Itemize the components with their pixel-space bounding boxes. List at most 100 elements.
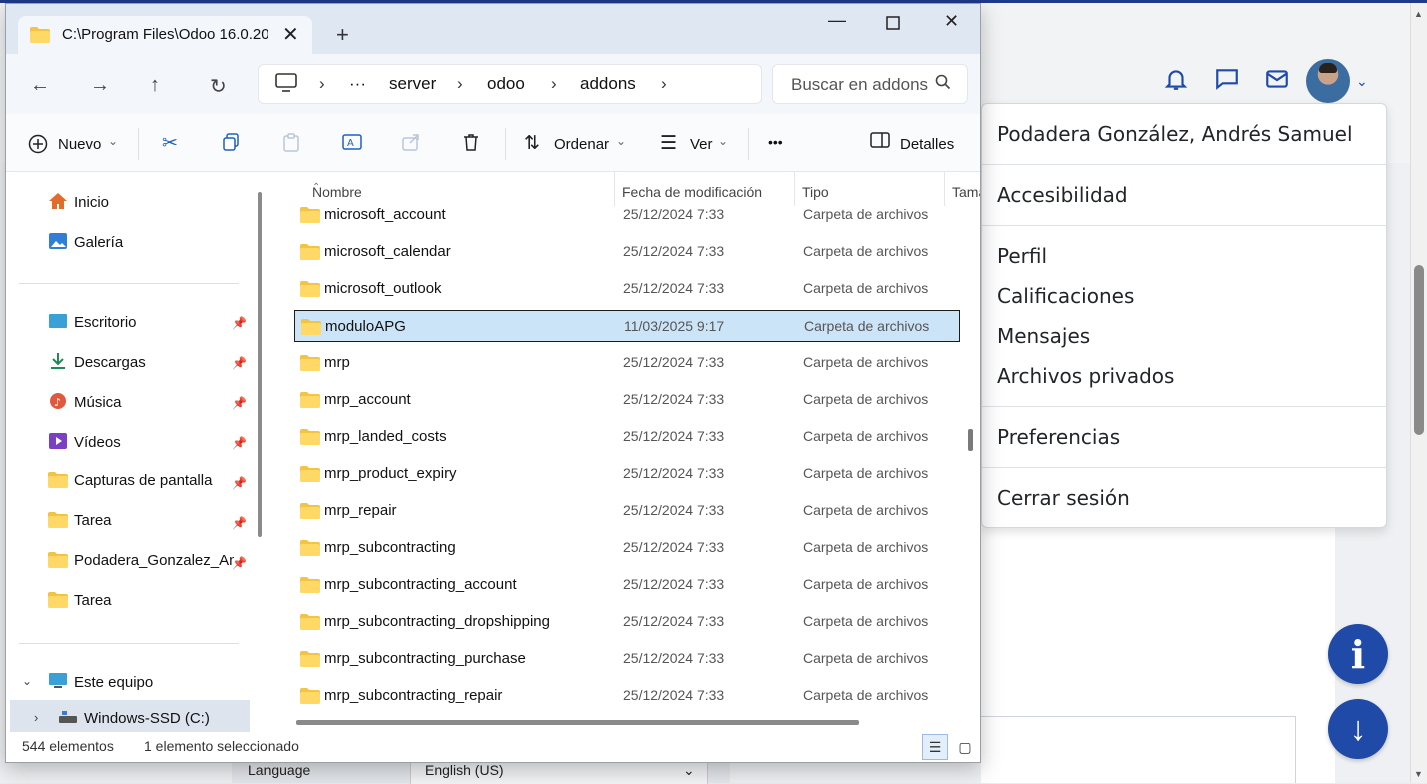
tab-current-folder[interactable]: C:\Program Files\Odoo 16.0.20 ✕ — [18, 16, 312, 54]
file-name: mrp_subcontracting_dropshipping — [324, 613, 550, 630]
breadcrumb-server[interactable]: server — [389, 74, 436, 94]
table-row[interactable]: microsoft_account 25/12/2024 7:33 Carpeta … — [294, 199, 960, 231]
minimize-icon[interactable]: — — [828, 10, 846, 31]
table-row[interactable]: mrp_subcontracting 25/12/2024 7:33 Carpeta… — [294, 532, 960, 564]
copy-icon[interactable] — [221, 132, 241, 158]
sort-button[interactable]: Ordenar — [554, 136, 609, 153]
close-window-icon[interactable]: ✕ — [944, 11, 959, 32]
folder-icon — [48, 472, 68, 490]
table-row[interactable]: mrp 25/12/2024 7:33 Carpeta de archivos — [294, 347, 960, 379]
menu-item-logout[interactable]: Cerrar sesión — [997, 486, 1130, 510]
file-name: mrp_subcontracting — [324, 539, 456, 556]
horizontal-scrollbar[interactable] — [296, 720, 859, 725]
menu-item-private-files[interactable]: Archivos privados — [997, 364, 1174, 388]
menu-item-profile[interactable]: Perfil — [997, 244, 1047, 268]
chevron-down-icon[interactable]: ⌄ — [22, 674, 32, 688]
breadcrumb-odoo[interactable]: odoo — [487, 74, 525, 94]
details-button[interactable]: Detalles — [900, 136, 954, 153]
pin-icon: 📌 — [232, 316, 247, 330]
back-arrow-icon[interactable]: ← — [30, 74, 50, 97]
details-view-icon[interactable]: ☰ — [922, 734, 948, 760]
rename-icon[interactable]: A — [341, 132, 363, 158]
breadcrumb-addons[interactable]: addons — [580, 74, 636, 94]
sidebar-scrollbar[interactable] — [258, 192, 262, 537]
table-row[interactable]: mrp_subcontracting_account 25/12/2024 7:3… — [294, 569, 960, 601]
sidebar-item-tarea-2[interactable]: Tarea — [48, 592, 112, 610]
scroll-down-icon[interactable]: ▼ — [1414, 769, 1423, 779]
sidebar-item-desktop[interactable]: Escritorio — [48, 312, 137, 331]
file-list-scrollbar[interactable] — [968, 429, 973, 451]
table-row[interactable]: mrp_subcontracting_purchase 25/12/2024 7:… — [294, 643, 960, 675]
scroll-thumb[interactable] — [1414, 265, 1424, 435]
column-header-modified[interactable]: Fecha de modificación — [622, 184, 762, 200]
chevron-right-icon[interactable]: › — [34, 710, 38, 725]
breadcrumb-ellipsis[interactable]: ··· — [349, 74, 366, 94]
table-row[interactable]: mrp_repair 25/12/2024 7:33 Carpeta de arch… — [294, 495, 960, 527]
chat-icon[interactable] — [1214, 66, 1240, 92]
table-row[interactable]: mrp_account 25/12/2024 7:33 Carpeta de arc… — [294, 384, 960, 416]
forward-arrow-icon[interactable]: → — [90, 74, 110, 97]
table-row[interactable]: microsoft_calendar 25/12/2024 7:33 Carpeta… — [294, 236, 960, 268]
sidebar-item-gallery[interactable]: Galería — [48, 232, 123, 251]
music-icon: ♪ — [48, 392, 68, 410]
more-options-icon[interactable]: ••• — [768, 134, 783, 150]
info-button[interactable]: i — [1328, 624, 1388, 684]
mail-icon[interactable] — [1264, 66, 1290, 92]
sidebar-item-drive-c[interactable]: Windows-SSD (C:) — [58, 708, 210, 727]
avatar[interactable] — [1306, 59, 1350, 103]
column-header-name[interactable]: Nombre — [312, 184, 362, 200]
sidebar-item-music[interactable]: ♪ Música — [48, 392, 122, 411]
scroll-up-icon[interactable]: ▲ — [1414, 9, 1423, 19]
up-arrow-icon[interactable]: ↑ — [150, 74, 160, 97]
sidebar-item-podadera[interactable]: Podadera_Gonzalez_Andres — [48, 552, 234, 570]
bell-icon[interactable] — [1163, 66, 1189, 92]
chevron-down-icon[interactable]: ⌄ — [108, 134, 118, 148]
browser-scrollbar[interactable]: ▲ ▼ — [1410, 3, 1427, 783]
chevron-right-icon[interactable]: › — [661, 74, 667, 94]
close-tab-icon[interactable]: ✕ — [282, 22, 299, 47]
cut-icon[interactable]: ✂ — [162, 132, 178, 155]
menu-item-ratings[interactable]: Calificaciones — [997, 284, 1134, 308]
sidebar-item-screenshots[interactable]: Capturas de pantalla — [48, 472, 212, 490]
divider — [982, 406, 1386, 407]
details-pane-icon[interactable] — [870, 132, 890, 154]
delete-icon[interactable] — [461, 132, 481, 158]
sidebar-item-label: Tarea — [74, 512, 112, 529]
menu-item-accessibility[interactable]: Accesibilidad — [997, 183, 1128, 207]
chevron-down-icon[interactable]: ⌄ — [616, 134, 626, 148]
table-row[interactable]: mrp_product_expiry 25/12/2024 7:33 Carpeta… — [294, 458, 960, 490]
file-modified-date: 11/03/2025 9:17 — [624, 318, 725, 334]
file-modified-date: 25/12/2024 7:33 — [623, 687, 725, 703]
refresh-icon[interactable]: ↻ — [210, 74, 227, 99]
view-icon[interactable]: ☰ — [660, 132, 677, 155]
table-row[interactable]: mrp_landed_costs 25/12/2024 7:33 Carpeta d… — [294, 421, 960, 453]
plus-circle-icon[interactable] — [28, 134, 48, 160]
menu-item-preferences[interactable]: Preferencias — [997, 425, 1120, 449]
sidebar-item-tarea[interactable]: Tarea — [48, 512, 112, 530]
tiles-view-icon[interactable]: ▢ — [952, 734, 978, 760]
menu-item-messages[interactable]: Mensajes — [997, 324, 1090, 348]
table-row[interactable]: mrp_subcontracting_repair 25/12/2024 7:33… — [294, 680, 960, 712]
chevron-down-icon[interactable]: ⌄ — [1356, 73, 1368, 90]
scroll-down-button[interactable]: ↓ — [1328, 699, 1388, 759]
sidebar-item-videos[interactable]: Vídeos — [48, 432, 121, 451]
column-header-type[interactable]: Tipo — [802, 184, 829, 200]
table-row[interactable]: microsoft_outlook 25/12/2024 7:33 Carpeta … — [294, 273, 960, 305]
table-row[interactable]: moduloAPG 11/03/2025 9:17 Carpeta de archi… — [294, 310, 960, 342]
search-box[interactable]: Buscar en addons — [772, 64, 968, 104]
sidebar-item-this-pc[interactable]: Este equipo — [48, 672, 153, 691]
sidebar-item-home[interactable]: Inicio — [48, 192, 109, 211]
view-button[interactable]: Ver — [690, 136, 713, 153]
new-tab-icon[interactable]: + — [336, 22, 349, 48]
table-row[interactable]: mrp_subcontracting_dropshipping 25/12/202… — [294, 606, 960, 638]
file-type: Carpeta de archivos — [803, 391, 929, 407]
new-button[interactable]: Nuevo — [58, 136, 101, 153]
search-input[interactable]: Buscar en addons — [791, 75, 931, 95]
maximize-icon[interactable] — [886, 14, 900, 35]
chevron-down-icon[interactable]: ⌄ — [718, 134, 728, 148]
address-bar[interactable]: › ··· server › odoo › addons › — [258, 64, 762, 104]
sort-icon[interactable]: ⇅ — [524, 132, 540, 155]
svg-text:A: A — [347, 138, 354, 149]
column-header-size[interactable]: Tamaño — [952, 184, 980, 200]
sidebar-item-downloads[interactable]: Descargas — [48, 352, 146, 371]
